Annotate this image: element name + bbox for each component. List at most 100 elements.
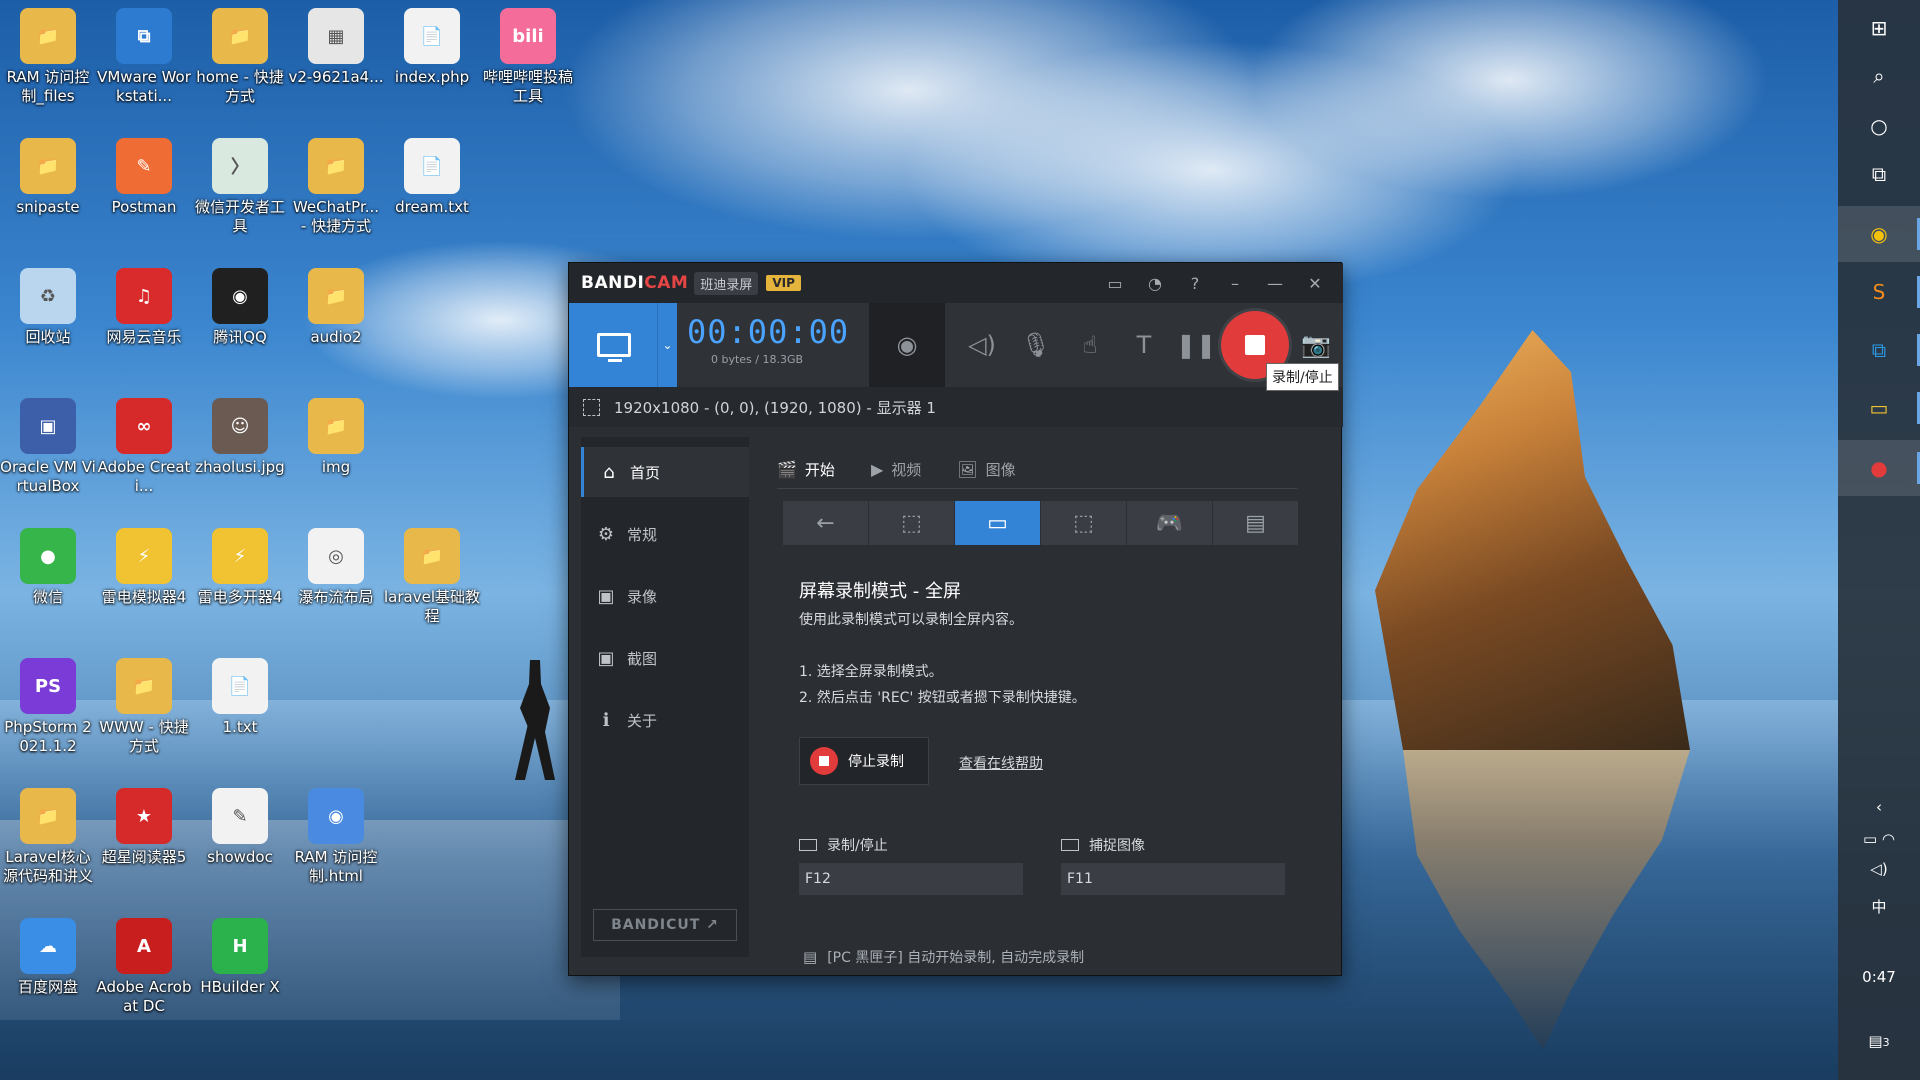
app-cn-name: 班迪录屏 [694, 271, 759, 295]
desktop-icon[interactable]: ⚡ 雷电多开器4 [192, 528, 288, 607]
desktop-icon[interactable]: ♫ 网易云音乐 [96, 268, 192, 347]
minimize-button[interactable]: — [1255, 274, 1295, 293]
sidebar-item-home[interactable]: ⌂ 首页 [581, 447, 749, 497]
desktop-app-icon: ⚡ [212, 528, 268, 584]
game-mode-icon[interactable]: 🎮 [1127, 501, 1213, 545]
desktop-icon[interactable]: ⧉ VMware Workstati... [96, 8, 192, 106]
title-bar[interactable]: BANDICAM 班迪录屏 VIP ▭ ◔ ? – — ✕ [569, 263, 1343, 303]
text-overlay-icon[interactable]: T [1117, 303, 1171, 387]
folder-icon[interactable]: ▭ [1095, 274, 1135, 293]
desktop-icon[interactable]: 📄 1.txt [192, 658, 288, 737]
desktop-icon[interactable]: 📁 RAM 访问控制_files [0, 8, 96, 106]
webcam-icon[interactable]: ◉ [869, 303, 945, 387]
task-view-icon[interactable]: ⧉ [1838, 146, 1920, 202]
desktop-icon[interactable]: ◉ 腾讯QQ [192, 268, 288, 347]
desktop-icon[interactable]: ∞ Adobe Creati... [96, 398, 192, 496]
device-mode-icon[interactable]: ▤ [1213, 501, 1299, 545]
desktop-icon[interactable]: 📄 index.php [384, 8, 480, 87]
desktop-icon[interactable]: 〉微信开发者工具 [192, 138, 288, 236]
desktop-icon[interactable]: 📁 snipaste [0, 138, 96, 217]
stop-recording-button[interactable]: 停止录制 [799, 737, 929, 785]
chevron-left-icon[interactable]: ‹ [1838, 798, 1920, 816]
hotkey-record-field[interactable]: F12 [799, 863, 1023, 895]
desktop-icon[interactable]: ● 微信 [0, 528, 96, 607]
desktop-app-icon: ⚡ [116, 528, 172, 584]
desktop-icon[interactable]: 📁 WeChatPr... - 快捷方式 [288, 138, 384, 236]
clock-icon[interactable]: ◔ [1135, 274, 1175, 293]
clock[interactable]: 0:47 [1838, 968, 1920, 986]
sidebar-item-screenshot[interactable]: ▣ 截图 [581, 633, 749, 683]
desktop-icon[interactable]: 📁 laravel基础教程 [384, 528, 480, 626]
fullscreen-mode-icon[interactable]: ▭ [955, 501, 1041, 545]
mode-dropdown[interactable]: ⌄ [657, 303, 677, 387]
home-icon: ⌂ [603, 461, 615, 483]
video-icon: ▶ [870, 460, 884, 479]
desktop-icon[interactable]: 📁 WWW - 快捷方式 [96, 658, 192, 756]
desktop-icon[interactable]: ♻ 回收站 [0, 268, 96, 347]
hotkey-capture-field[interactable]: F11 [1061, 863, 1285, 895]
desktop-icon[interactable]: ▣ Oracle VM VirtualBox [0, 398, 96, 496]
cursor-effect-icon[interactable]: ☝ [1063, 303, 1117, 387]
microphone-icon[interactable]: 🎙 [1009, 303, 1063, 387]
online-help-link[interactable]: 查看在线帮助 [959, 753, 1043, 773]
back-arrow-icon[interactable]: ← [783, 501, 869, 545]
desktop-app-icon: ☺ [212, 398, 268, 454]
record-size: 0 bytes / 18.3GB [710, 353, 804, 366]
speaker-icon[interactable]: ◁) [955, 303, 1009, 387]
desktop-icon[interactable]: 📄 dream.txt [384, 138, 480, 217]
rectangle-mode-icon[interactable]: ⬚ [869, 501, 955, 545]
desktop-icon[interactable]: ◉ RAM 访问控制.html [288, 788, 384, 886]
sidebar-item-video[interactable]: ▣ 录像 [581, 571, 749, 621]
tab-start[interactable]: 🎬 开始 [777, 459, 835, 480]
sidebar: ⌂ 首页 ⚙ 常规 ▣ 录像 ▣ 截图 ℹ 关于 BANDICUT ↗ [581, 437, 749, 957]
ime-indicator[interactable]: 中 [1838, 896, 1920, 917]
desktop-icon[interactable]: ✎ Postman [96, 138, 192, 217]
desktop-icon-label: RAM 访问控制.html [294, 848, 378, 885]
desktop-icon-label: 1.txt [222, 718, 258, 736]
desktop-icon[interactable]: 📁 home - 快捷方式 [192, 8, 288, 106]
toolbar: ⌄ 00:00:00 0 bytes / 18.3GB ◉ ◁) 🎙 ☝ T ❚… [569, 303, 1343, 387]
desktop-icon[interactable]: ★ 超星阅读器5 [96, 788, 192, 867]
fullscreen-mode-button[interactable]: ⌄ [569, 303, 677, 387]
sidebar-item-about[interactable]: ℹ 关于 [581, 695, 749, 745]
desktop-icon-label: 瀑布流布局 [298, 588, 374, 606]
desktop-icon[interactable]: A Adobe Acrobat DC [96, 918, 192, 1016]
desktop-icon[interactable]: bili 哔哩哔哩投稿工具 [480, 8, 576, 106]
vmware-taskbar-icon[interactable]: ⧉ [1838, 322, 1920, 378]
desktop-icon[interactable]: PS PhpStorm 2021.1.2 [0, 658, 96, 756]
desktop-icon-label: 微信 [32, 588, 63, 606]
help-icon[interactable]: ? [1175, 274, 1215, 293]
desktop-icon[interactable]: 📁 img [288, 398, 384, 477]
desktop-icon[interactable]: H HBuilder X [192, 918, 288, 997]
bandicut-button[interactable]: BANDICUT ↗ [593, 909, 737, 941]
desktop-icon[interactable]: ⚡ 雷电模拟器4 [96, 528, 192, 607]
timer-display: 00:00:00 0 bytes / 18.3GB [687, 313, 848, 366]
notification-icon[interactable]: ▤3 [1838, 1032, 1920, 1050]
battery-network-icons[interactable]: ▭ ◠ [1838, 830, 1920, 848]
desktop-icon[interactable]: 📁 Laravel核心源代码和讲义 [0, 788, 96, 886]
region-bar[interactable]: 1920x1080 - (0, 0), (1920, 1080) - 显示器 1 [569, 387, 1343, 427]
file-explorer-taskbar-icon[interactable]: ▭ [1838, 380, 1920, 436]
search-icon[interactable]: ⌕ [1838, 48, 1920, 104]
vip-badge[interactable]: VIP [766, 275, 801, 291]
tab-video[interactable]: ▶ 视频 [871, 459, 921, 480]
desktop-icon[interactable]: 📁 audio2 [288, 268, 384, 347]
tab-image[interactable]: 🖼 图像 [957, 459, 1015, 480]
sidebar-item-general[interactable]: ⚙ 常规 [581, 509, 749, 559]
close-button[interactable]: ✕ [1295, 274, 1335, 293]
mode-selector: ← ⬚ ▭ ⬚ 🎮 ▤ [783, 501, 1299, 545]
sublime-taskbar-icon[interactable]: S [1838, 264, 1920, 320]
area-around-mouse-icon[interactable]: ⬚ [1041, 501, 1127, 545]
footer-tip[interactable]: [PC 黑匣子] 自动开始录制, 自动完成录制 [827, 947, 1084, 967]
chrome-taskbar-icon[interactable]: ◉ [1838, 206, 1920, 262]
desktop-icon-label: snipaste [16, 198, 80, 216]
volume-icon[interactable]: ◁) [1838, 860, 1920, 878]
desktop-icon[interactable]: ▦ v2-9621a4... [288, 8, 384, 87]
desktop-icon[interactable]: ☁ 百度网盘 [0, 918, 96, 997]
pause-icon[interactable]: ❚❚ [1169, 303, 1223, 387]
desktop-icon[interactable]: ✎ showdoc [192, 788, 288, 867]
compact-mode-button[interactable]: – [1215, 274, 1255, 293]
desktop-icon[interactable]: ◎ 瀑布流布局 [288, 528, 384, 607]
desktop-icon[interactable]: ☺ zhaolusi.jpg [192, 398, 288, 477]
bandicam-taskbar-icon[interactable]: ● [1838, 440, 1920, 496]
